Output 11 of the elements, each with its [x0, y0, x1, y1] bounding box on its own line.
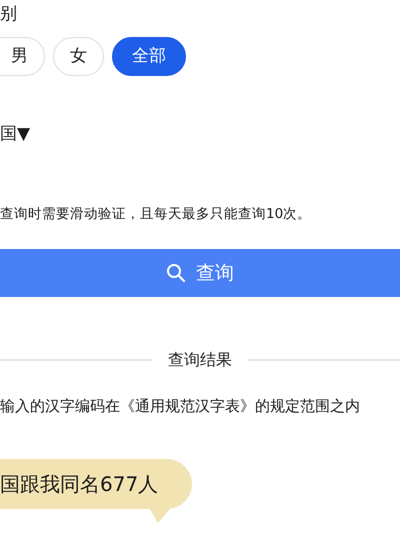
- region-dropdown[interactable]: 国▼: [0, 124, 30, 144]
- notice-text: 查询时需要滑动验证，且每天最多只能查询10次。: [0, 206, 312, 222]
- result-message: 输入的汉字编码在《通用规范汉字表》的规定范围之内: [0, 397, 360, 415]
- search-icon: [166, 263, 186, 283]
- search-button[interactable]: 查询: [0, 249, 400, 297]
- results-heading: 查询结果: [168, 349, 232, 371]
- gender-option[interactable]: 男: [0, 37, 45, 76]
- gender-option[interactable]: 女: [53, 37, 104, 76]
- gender-option[interactable]: 全部: [112, 37, 186, 76]
- gender-label: 别: [0, 4, 17, 24]
- speech-bubble: 国跟我同名677人: [0, 459, 192, 523]
